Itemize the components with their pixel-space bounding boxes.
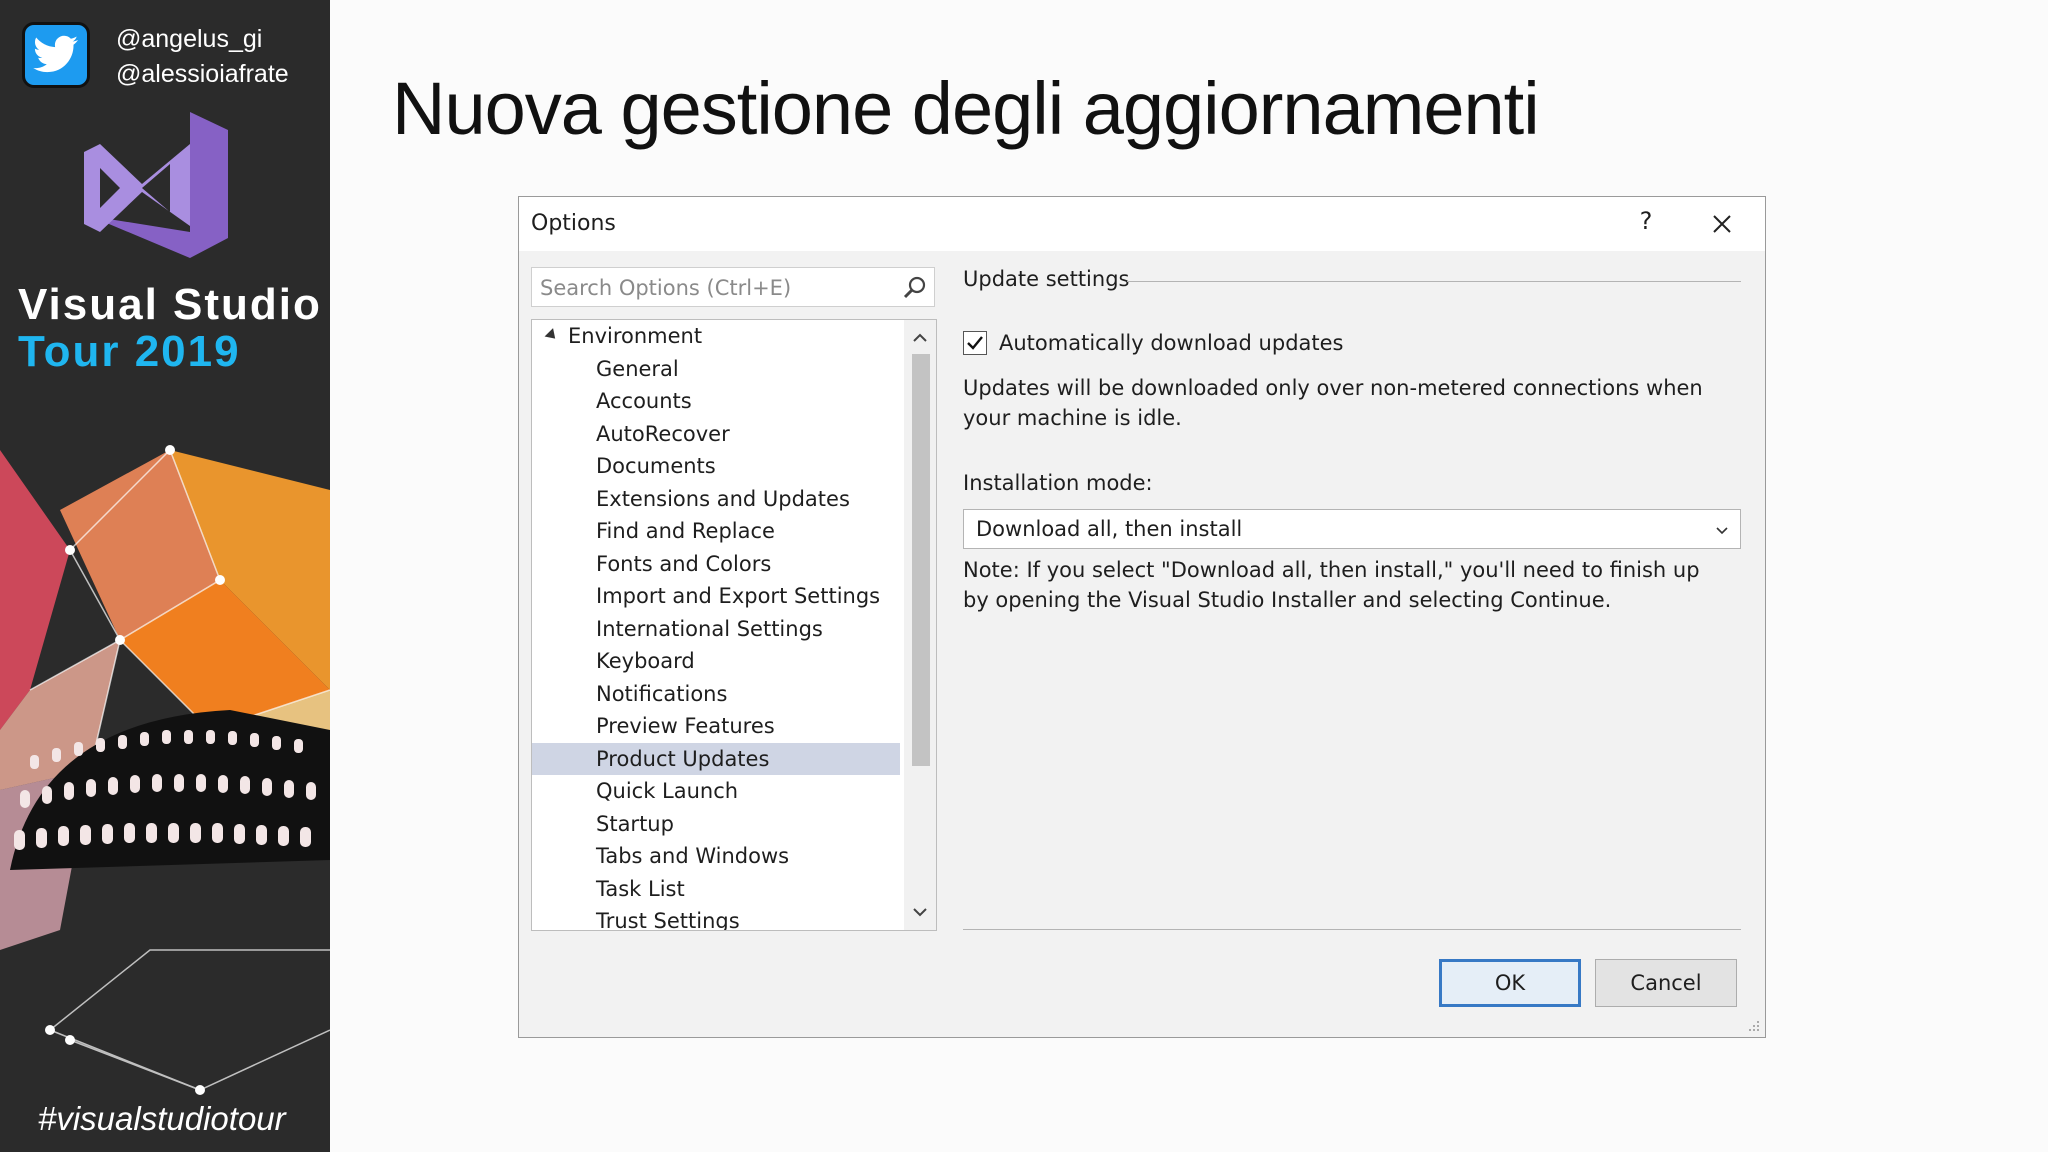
auto-download-option[interactable]: Automatically download updates: [963, 331, 1344, 355]
event-subtitle: Tour 2019: [18, 327, 241, 376]
dialog-title: Options: [531, 211, 616, 236]
resize-grip-icon[interactable]: [1747, 1019, 1761, 1033]
dialog-titlebar[interactable]: Options ?: [519, 197, 1765, 251]
chevron-down-icon: [1716, 527, 1728, 535]
ok-button[interactable]: OK: [1439, 959, 1581, 1007]
help-button[interactable]: ?: [1629, 207, 1663, 235]
colosseum-illustration: [0, 445, 330, 1095]
installation-mode-dropdown[interactable]: Download all, then install: [963, 509, 1741, 549]
tree-item[interactable]: Trust Settings: [532, 905, 900, 930]
tree-item[interactable]: Import and Export Settings: [532, 580, 900, 613]
collapse-triangle-icon[interactable]: [544, 328, 560, 343]
tree-item[interactable]: Keyboard: [532, 645, 900, 678]
tree-item[interactable]: International Settings: [532, 613, 900, 646]
tree-item-label: Environment: [568, 324, 703, 348]
installation-note: Note: If you select "Download all, then …: [963, 558, 1700, 612]
tree-item[interactable]: Startup: [532, 808, 900, 841]
tree-item[interactable]: Fonts and Colors: [532, 548, 900, 581]
close-icon: [1713, 215, 1731, 233]
tree-item[interactable]: Extensions and Updates: [532, 483, 900, 516]
tree-scrollbar[interactable]: [904, 320, 936, 930]
section-divider: [1127, 281, 1741, 282]
close-button[interactable]: [1705, 207, 1739, 241]
tree-item[interactable]: Documents: [532, 450, 900, 483]
scroll-up-icon[interactable]: [910, 328, 930, 348]
search-options-box[interactable]: [531, 267, 935, 307]
scroll-down-icon[interactable]: [910, 902, 930, 922]
visual-studio-logo-icon: [84, 112, 228, 258]
checkmark-icon: [967, 336, 983, 350]
tree-item[interactable]: Accounts: [532, 385, 900, 418]
options-tree: Environment General Accounts AutoRecover Do…: [531, 319, 937, 931]
twitter-bird-icon: [22, 22, 90, 88]
auto-download-checkbox[interactable]: [963, 331, 987, 355]
slide-title: Nuova gestione degli aggiornamenti: [392, 67, 1540, 150]
tree-item-environment[interactable]: Environment: [532, 320, 900, 353]
tree-item[interactable]: Product Updates: [532, 742, 900, 775]
tree-item[interactable]: Preview Features: [532, 710, 900, 743]
search-icon[interactable]: [902, 275, 928, 301]
event-hashtag: #visualstudiotour: [38, 1100, 286, 1137]
scrollbar-thumb[interactable]: [912, 354, 930, 766]
twitter-handle: @angelus_gi: [116, 25, 263, 53]
dropdown-value: Download all, then install: [976, 517, 1243, 541]
installation-mode-label: Installation mode:: [963, 471, 1153, 495]
tree-item[interactable]: Quick Launch: [532, 775, 900, 808]
tree-item[interactable]: Find and Replace: [532, 515, 900, 548]
tree-item[interactable]: Notifications: [532, 678, 900, 711]
tree-item[interactable]: Task List: [532, 873, 900, 906]
tree-item[interactable]: General: [532, 353, 900, 386]
tree-item[interactable]: AutoRecover: [532, 418, 900, 451]
event-banner: @angelus_gi @alessioiafrate Visual Studi…: [0, 0, 330, 1152]
event-title: Visual Studio: [18, 280, 322, 329]
twitter-handle: @alessioiafrate: [116, 60, 289, 88]
tree-item[interactable]: Tabs and Windows: [532, 840, 900, 873]
auto-download-label[interactable]: Automatically download updates: [999, 331, 1344, 355]
update-description: Updates will be downloaded only over non…: [963, 376, 1703, 430]
section-header: Update settings: [963, 267, 1130, 291]
search-input[interactable]: [538, 272, 882, 304]
cancel-button[interactable]: Cancel: [1595, 959, 1737, 1007]
footer-divider: [963, 929, 1741, 930]
options-dialog: Options ? Environment GeneralAccountsAut…: [518, 196, 1766, 1038]
